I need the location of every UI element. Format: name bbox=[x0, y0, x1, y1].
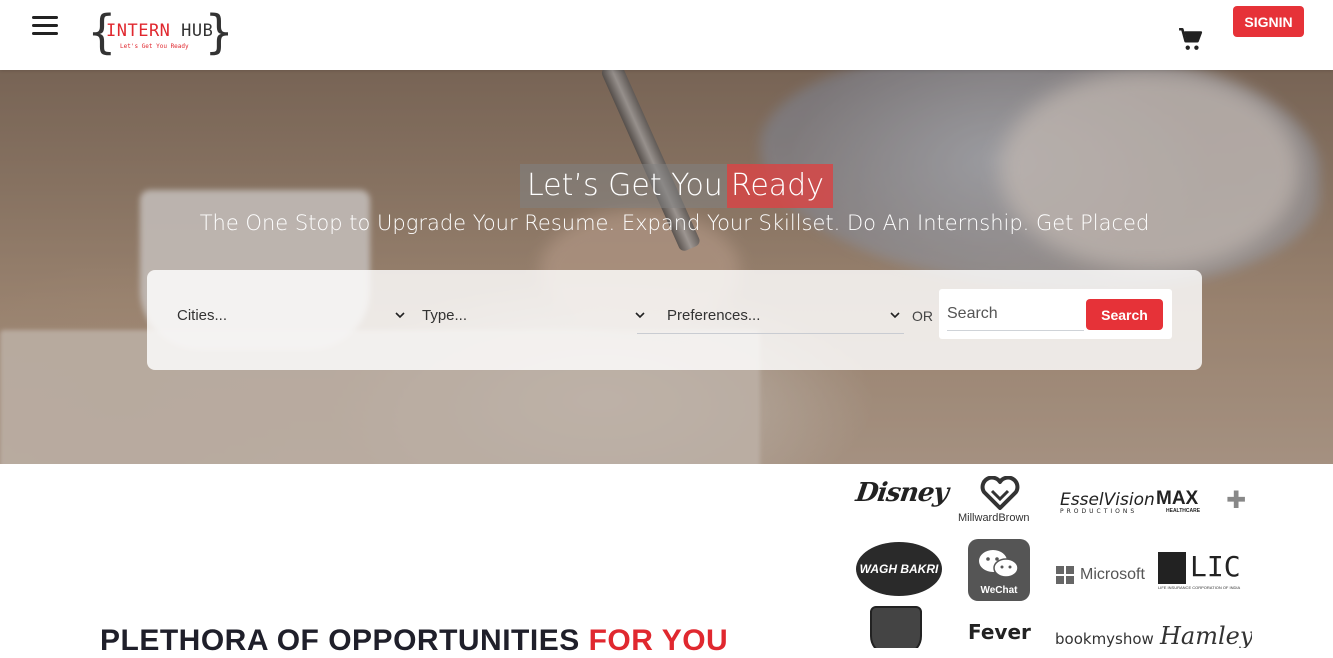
millwardbrown-logo: MillwardBrown bbox=[958, 476, 1042, 526]
partner-logos: Disney MillwardBrown EsselVision PRODUCT… bbox=[852, 472, 1252, 648]
wechat-logo: WeChat bbox=[968, 539, 1030, 601]
search-button[interactable]: Search bbox=[1086, 299, 1163, 330]
logo-right-brace: } bbox=[205, 5, 233, 59]
cities-select[interactable]: Cities... bbox=[147, 300, 409, 334]
max-healthcare-logo: MAX ✚ HEALTHCARE bbox=[1156, 487, 1247, 514]
hamleys-logo: Hamleys bbox=[1160, 622, 1252, 648]
hero-title: Let’s Get You Ready bbox=[520, 164, 833, 208]
lic-emblem-icon bbox=[1158, 552, 1186, 584]
opportunities-heading: PLETHORA OF OPPORTUNITIES FOR YOU bbox=[100, 624, 729, 657]
hamburger-menu-icon[interactable] bbox=[32, 14, 58, 36]
hero-title-main: Let’s Get You bbox=[520, 164, 727, 208]
millwardbrown-heart-icon bbox=[980, 476, 1020, 510]
microsoft-logo: Microsoft bbox=[1056, 566, 1145, 584]
hero-banner: Let’s Get You Ready The One Stop to Upgra… bbox=[0, 70, 1333, 464]
search-box: Search bbox=[939, 289, 1172, 339]
disney-logo: Disney bbox=[853, 478, 950, 508]
type-select[interactable]: Type... bbox=[392, 300, 649, 334]
lic-logo: LIC LIFE INSURANCE CORPORATION OF INDIA bbox=[1158, 550, 1241, 590]
wagh-bakri-logo: WAGH BAKRI bbox=[856, 542, 942, 596]
or-separator: OR bbox=[912, 308, 933, 324]
search-input[interactable] bbox=[947, 297, 1084, 331]
chevron-down-icon bbox=[890, 312, 900, 319]
top-navbar: { INTERN HUB Let's Get You Ready } SIGNI… bbox=[0, 0, 1333, 70]
search-panel: Cities... Type... Preferences... OR Sear… bbox=[147, 270, 1202, 370]
signin-button[interactable]: SIGNIN bbox=[1233, 6, 1304, 37]
intern-hub-logo[interactable]: { INTERN HUB Let's Get You Ready } bbox=[88, 8, 233, 62]
logo-tagline: Let's Get You Ready bbox=[120, 43, 189, 50]
hero-overlay bbox=[0, 70, 1333, 464]
hero-title-highlight: Ready bbox=[726, 164, 833, 208]
max-plus-icon: ✚ bbox=[1226, 487, 1247, 514]
preferences-select[interactable]: Preferences... bbox=[637, 300, 904, 334]
logo-name: INTERN HUB bbox=[106, 21, 214, 41]
esselvision-logo: EsselVision PRODUCTIONS bbox=[1060, 490, 1155, 515]
bookmyshow-logo: bookmyshow bbox=[1055, 630, 1154, 648]
wechat-bubbles-icon bbox=[979, 550, 1019, 578]
shopping-cart-icon[interactable] bbox=[1178, 26, 1204, 52]
microsoft-windows-icon bbox=[1056, 566, 1074, 584]
fever-logo: Fever bbox=[968, 620, 1031, 644]
hero-subtitle: The One Stop to Upgrade Your Resume. Exp… bbox=[199, 211, 1150, 235]
porsche-logo bbox=[870, 606, 922, 648]
